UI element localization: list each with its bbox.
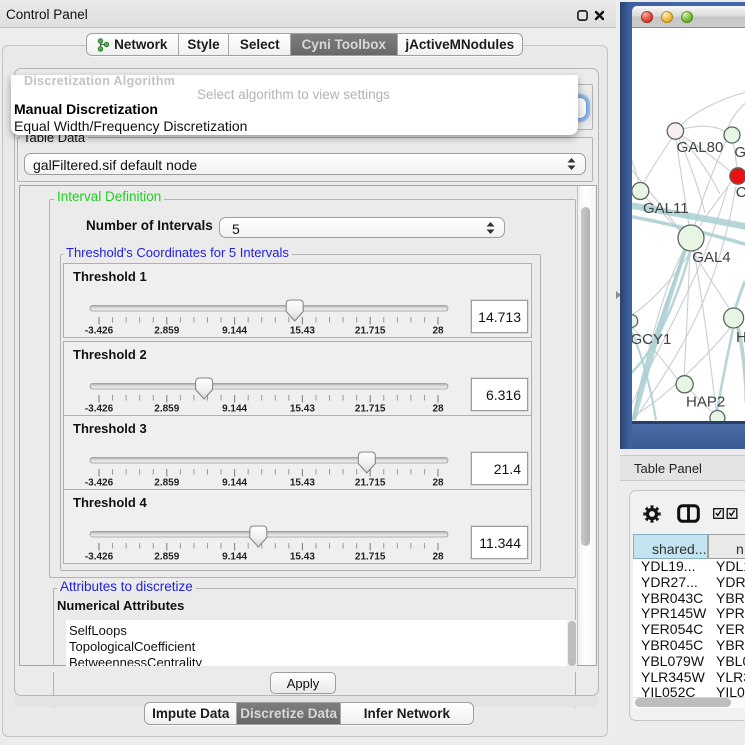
- svg-text:-3.426: -3.426: [85, 477, 114, 488]
- svg-text:28: 28: [432, 326, 444, 337]
- svg-text:2.859: 2.859: [154, 477, 179, 488]
- svg-text:21.715: 21.715: [355, 477, 386, 488]
- svg-text:21.715: 21.715: [355, 326, 386, 337]
- svg-text:GAL11: GAL11: [643, 200, 689, 217]
- svg-text:21.715: 21.715: [355, 552, 386, 563]
- svg-text:21.715: 21.715: [355, 403, 386, 414]
- svg-text:15.43: 15.43: [290, 552, 315, 563]
- svg-text:28: 28: [432, 403, 444, 414]
- svg-text:9.144: 9.144: [222, 477, 247, 488]
- svg-text:GAL80: GAL80: [677, 139, 724, 156]
- svg-text:GAL4: GAL4: [692, 249, 730, 266]
- svg-text:-3.426: -3.426: [85, 403, 114, 414]
- svg-text:2.859: 2.859: [154, 552, 179, 563]
- svg-text:28: 28: [432, 552, 444, 563]
- svg-text:9.144: 9.144: [222, 552, 247, 563]
- svg-text:9.144: 9.144: [222, 326, 247, 337]
- svg-text:15.43: 15.43: [290, 477, 315, 488]
- svg-text:GAL8: GAL8: [734, 144, 745, 161]
- svg-text:HAP2: HAP2: [686, 394, 725, 411]
- svg-text:2.859: 2.859: [154, 326, 179, 337]
- svg-text:C: C: [736, 184, 745, 201]
- svg-text:15.43: 15.43: [290, 326, 315, 337]
- svg-text:15.43: 15.43: [290, 403, 315, 414]
- svg-text:-3.426: -3.426: [85, 326, 114, 337]
- svg-text:H: H: [736, 329, 745, 346]
- svg-text:-3.426: -3.426: [85, 552, 114, 563]
- svg-text:9.144: 9.144: [222, 403, 247, 414]
- svg-text:2.859: 2.859: [154, 403, 179, 414]
- svg-text:28: 28: [432, 477, 444, 488]
- svg-text:GCY1: GCY1: [632, 331, 671, 348]
